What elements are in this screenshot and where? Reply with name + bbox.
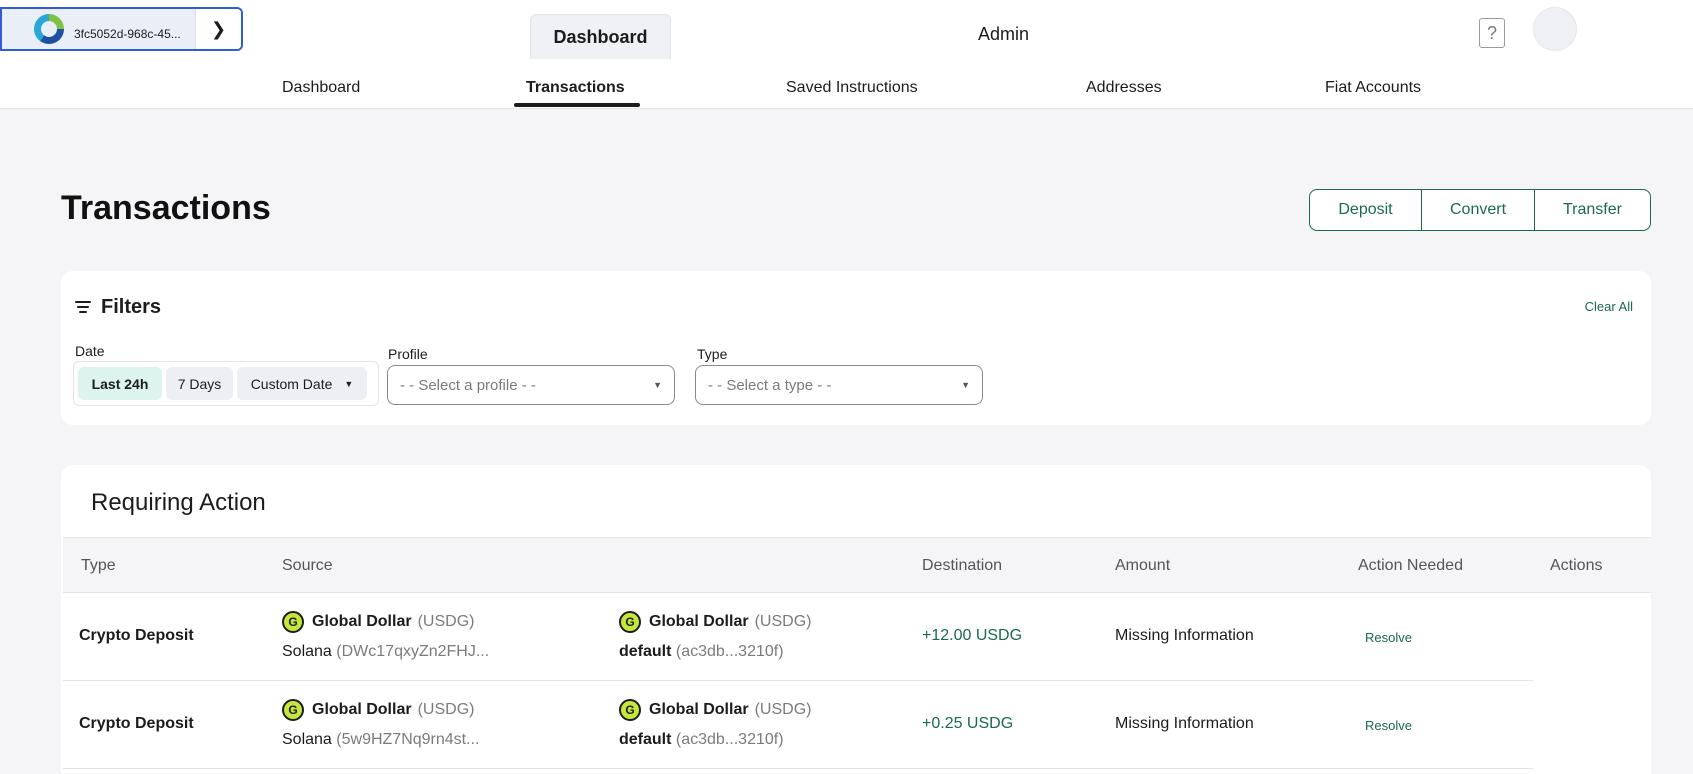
row-source: G Global Dollar (USDG) Solana (DWc17qxyZ… — [282, 611, 489, 661]
subnav-item-addresses[interactable]: Addresses — [1086, 79, 1162, 97]
column-header-destination: Destination — [922, 557, 1003, 574]
date-filter-group: Last 24h 7 Days Custom Date ▼ — [73, 361, 379, 406]
profile-select-placeholder: - - Select a profile - - — [400, 376, 536, 394]
profile-filter-label: Profile — [388, 346, 428, 362]
requiring-action-title: Requiring Action — [91, 489, 266, 516]
row-action-needed: Missing Information — [1115, 627, 1254, 644]
page-title: Transactions — [61, 189, 271, 227]
resolve-button[interactable]: Resolve — [1365, 718, 1412, 733]
row-amount: +0.25 USDG — [922, 715, 1014, 732]
source-address: (DWc17qxyZn2FHJ... — [336, 643, 490, 660]
caret-down-icon: ▼ — [344, 378, 354, 389]
row-destination-account: G Global Dollar (USDG) default (ac3db...… — [619, 699, 811, 749]
source-chain: Solana — [282, 643, 332, 660]
filters-title: Filters — [101, 296, 162, 318]
source-asset-ticker: (USDG) — [417, 701, 475, 718]
row-type: Crypto Deposit — [79, 715, 194, 732]
date-chip-last-24h[interactable]: Last 24h — [78, 367, 162, 400]
column-header-amount: Amount — [1115, 557, 1171, 574]
filter-lines-icon — [75, 301, 91, 313]
dest-id: (ac3db...3210f) — [675, 731, 784, 748]
org-switcher[interactable]: 3fc5052d-968c-45... ❯ — [0, 7, 243, 51]
caret-down-icon: ▼ — [961, 380, 970, 390]
table-row[interactable]: Crypto Deposit G Global Dollar (USDG) So… — [63, 681, 1533, 769]
dest-name: default — [619, 731, 672, 748]
subnav-item-saved-instructions[interactable]: Saved Instructions — [786, 79, 918, 97]
dest-asset-ticker: (USDG) — [754, 701, 812, 718]
global-dollar-icon: G — [282, 699, 304, 721]
resolve-button[interactable]: Resolve — [1365, 630, 1412, 645]
source-asset-ticker: (USDG) — [417, 613, 475, 630]
global-dollar-icon: G — [619, 699, 641, 721]
type-filter-label: Type — [697, 346, 728, 362]
source-asset-name: Global Dollar — [312, 701, 412, 718]
action-button-group: Deposit Convert Transfer — [1309, 189, 1651, 231]
row-action-needed: Missing Information — [1115, 715, 1254, 732]
deposit-button[interactable]: Deposit — [1310, 190, 1422, 230]
global-dollar-icon: G — [619, 611, 641, 633]
subnav-item-transactions[interactable]: Transactions — [526, 79, 625, 97]
row-destination-account: G Global Dollar (USDG) default (ac3db...… — [619, 611, 811, 661]
type-select-placeholder: - - Select a type - - — [708, 376, 832, 394]
active-tab-indicator — [514, 103, 640, 107]
chevron-right-icon[interactable]: ❯ — [195, 9, 241, 49]
source-asset-name: Global Dollar — [312, 613, 412, 630]
column-header-source: Source — [282, 557, 333, 574]
column-header-action-needed: Action Needed — [1358, 557, 1463, 574]
date-chip-7-days[interactable]: 7 Days — [166, 367, 233, 400]
top-tab-admin[interactable]: Admin — [978, 24, 1029, 45]
transfer-button[interactable]: Transfer — [1535, 190, 1650, 230]
date-chip-custom-date[interactable]: Custom Date ▼ — [237, 367, 367, 400]
dest-id: (ac3db...3210f) — [675, 643, 784, 660]
column-header-actions: Actions — [1550, 557, 1603, 574]
row-amount: +12.00 USDG — [922, 627, 1023, 644]
caret-down-icon: ▼ — [653, 380, 662, 390]
table-row[interactable]: Crypto Deposit G Global Dollar (USDG) So… — [63, 593, 1533, 681]
profile-select[interactable]: - - Select a profile - - ▼ — [387, 365, 675, 405]
type-select[interactable]: - - Select a type - - ▼ — [695, 365, 983, 405]
row-type: Crypto Deposit — [79, 627, 194, 644]
help-icon[interactable]: ? — [1479, 18, 1505, 48]
requiring-action-panel: Requiring Action Type Source Destination… — [61, 465, 1651, 774]
avatar[interactable] — [1533, 7, 1577, 51]
dest-asset-name: Global Dollar — [649, 613, 749, 630]
dest-asset-name: Global Dollar — [649, 701, 749, 718]
dest-asset-ticker: (USDG) — [754, 613, 812, 630]
table-header: Type Source Destination Amount Action Ne… — [63, 537, 1651, 593]
source-address: (5w9HZ7Nq9rn4st... — [336, 731, 480, 748]
subnav-item-fiat-accounts[interactable]: Fiat Accounts — [1325, 79, 1421, 97]
sub-navigation: Dashboard Transactions Saved Instruction… — [0, 59, 1693, 109]
top-tab-dashboard[interactable]: Dashboard — [530, 14, 671, 60]
org-logo-icon — [34, 14, 64, 44]
date-filter-label: Date — [75, 343, 105, 359]
global-dollar-icon: G — [282, 611, 304, 633]
row-source: G Global Dollar (USDG) Solana (5w9HZ7Nq9… — [282, 699, 479, 749]
clear-all-link[interactable]: Clear All — [1585, 299, 1633, 314]
filters-panel: Filters Clear All Date Last 24h 7 Days C… — [61, 271, 1651, 425]
subnav-item-dashboard[interactable]: Dashboard — [282, 79, 360, 97]
org-name: 3fc5052d-968c-45... — [74, 27, 181, 41]
dest-name: default — [619, 643, 672, 660]
top-header: 3fc5052d-968c-45... ❯ Dashboard Admin ? — [0, 0, 1693, 60]
source-chain: Solana — [282, 731, 332, 748]
column-header-type: Type — [81, 557, 116, 574]
custom-date-label: Custom Date — [250, 375, 333, 392]
convert-button[interactable]: Convert — [1422, 190, 1535, 230]
